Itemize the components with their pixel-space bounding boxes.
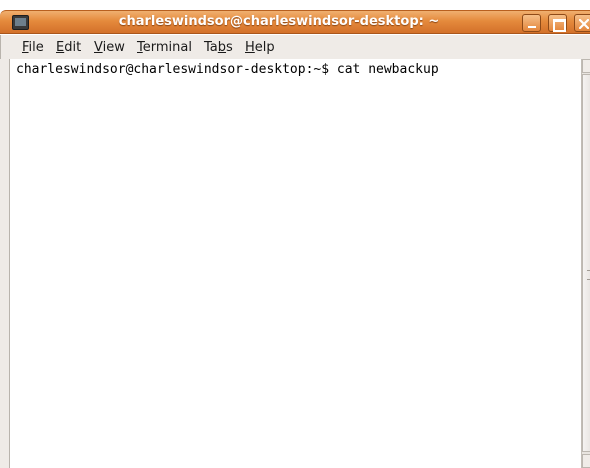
vertical-scrollbar[interactable] [581,59,590,468]
menu-tabs-key: b [217,40,227,55]
menu-view-post: iew [102,40,125,55]
minimize-button[interactable] [522,14,541,32]
menu-tabs[interactable]: Tabs [204,40,233,55]
menu-help-key: H [245,40,255,55]
scroll-down-button[interactable] [582,454,590,468]
menu-bar: File Edit View Terminal Tabs Help [0,35,590,59]
menu-help-post: elp [254,40,275,55]
terminal-window: charleswindsor@charleswindsor-desktop: ~… [0,0,590,468]
close-button[interactable] [574,14,590,32]
title-bar[interactable]: charleswindsor@charleswindsor-desktop: ~ [0,10,590,34]
window-left-edge [0,59,9,468]
menu-terminal[interactable]: Terminal [137,40,192,55]
scroll-up-button[interactable] [582,59,590,73]
maximize-button[interactable] [548,14,567,32]
menu-tabs-post: s [226,40,233,55]
menu-tabs-pre: Ta [204,40,218,55]
close-icon [579,19,589,29]
menu-edit-post: dit [64,40,82,55]
menu-edit-key: E [56,40,65,55]
menu-view[interactable]: View [94,40,125,55]
menu-terminal-post: erminal [142,40,192,55]
window-title: charleswindsor@charleswindsor-desktop: ~ [118,14,440,29]
menu-view-key: V [94,40,103,55]
menu-help[interactable]: Help [245,40,275,55]
terminal-prompt-line: charleswindsor@charleswindsor-desktop:~$… [16,62,439,77]
terminal-output[interactable]: charleswindsor@charleswindsor-desktop:~$… [9,59,581,468]
menu-file[interactable]: File [22,40,44,55]
menu-file-post: ile [28,40,44,55]
scrollbar-thumb[interactable] [582,74,590,452]
menu-edit[interactable]: Edit [56,40,81,55]
